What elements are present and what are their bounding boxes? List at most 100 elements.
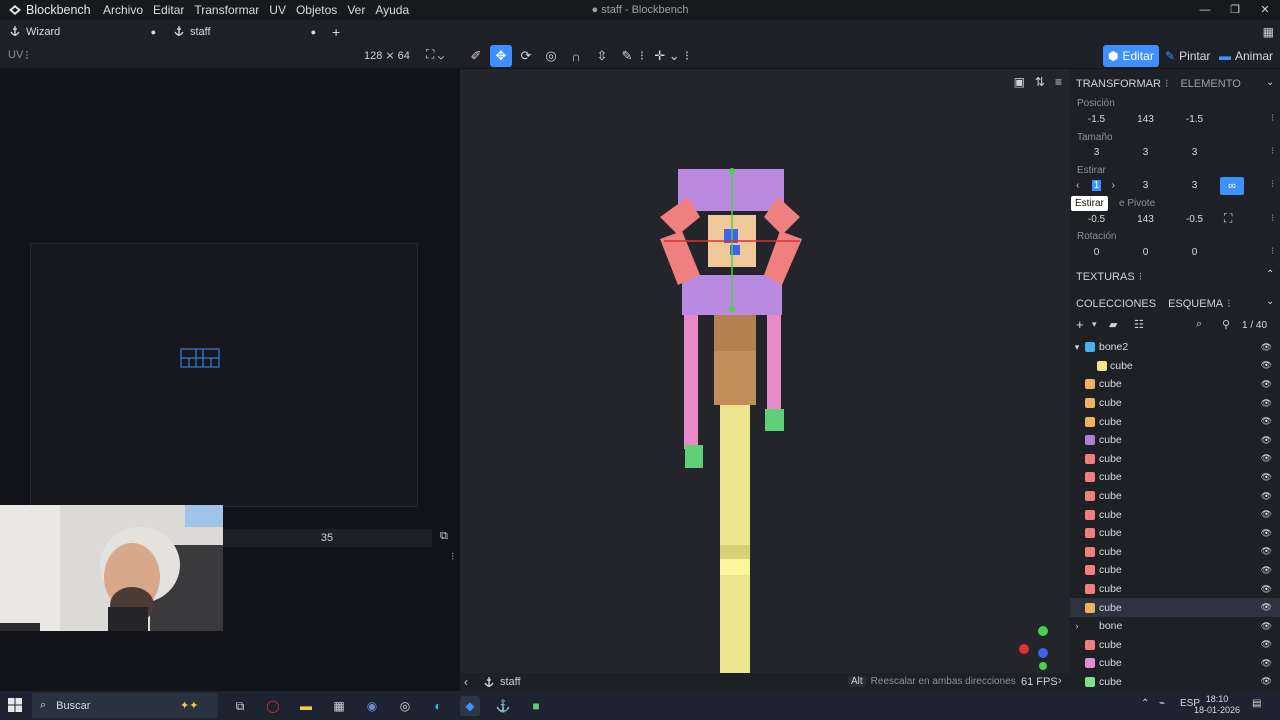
new-tab-button[interactable]: + xyxy=(324,24,348,40)
pivot-tool-icon[interactable]: ◎ xyxy=(540,45,562,67)
chevron-down-icon[interactable]: ▾ xyxy=(1072,342,1082,353)
stretch-y-input[interactable]: 3 xyxy=(1121,177,1170,194)
vertex-snap-icon[interactable]: ✐ xyxy=(465,45,487,67)
store-icon[interactable]: ▦ xyxy=(329,696,349,716)
stretch-z-input[interactable]: 3 xyxy=(1170,177,1219,194)
pivot-z-input[interactable]: -0.5 xyxy=(1170,211,1219,228)
tab-wizard[interactable]: Wizard ● xyxy=(0,20,164,43)
opera-icon[interactable]: ◯ xyxy=(263,696,283,716)
unsaved-dot[interactable]: ● xyxy=(151,27,156,37)
transform-space-icon[interactable]: ✛ ⌄ xyxy=(652,45,682,67)
center-pivot-icon[interactable]: ⛶ xyxy=(1224,211,1232,226)
tab-transform[interactable]: TRANSFORMAR xyxy=(1076,78,1161,90)
row-menu-dots[interactable]: ⁝ xyxy=(1271,179,1274,190)
outliner-cube[interactable]: cube 👁 xyxy=(1070,394,1280,413)
brush-icon[interactable]: ✎ xyxy=(616,45,638,67)
visibility-eye-icon[interactable]: 👁 xyxy=(1261,509,1272,520)
minimize-button[interactable]: — xyxy=(1190,0,1220,20)
outliner-cube[interactable]: cube 👁 xyxy=(1070,654,1280,673)
notification-icon[interactable]: ▤ xyxy=(1252,698,1261,709)
visibility-eye-icon[interactable]: 👁 xyxy=(1261,621,1272,632)
edge-icon[interactable]: ◐ xyxy=(428,696,448,716)
row-menu-dots[interactable]: ⁝ xyxy=(1271,113,1274,124)
mode-edit-button[interactable]: ⬢ Editar xyxy=(1103,45,1159,67)
chevron-left-icon[interactable]: ‹ xyxy=(464,675,468,689)
panel-menu-dots[interactable]: ⁝ xyxy=(1165,77,1169,90)
outliner-cube[interactable]: cube 👁 xyxy=(1070,673,1280,692)
menu-transformar[interactable]: Transformar xyxy=(189,3,264,17)
row-menu-dots[interactable]: ⁝ xyxy=(1271,213,1274,224)
minecraft-icon[interactable]: ■ xyxy=(526,696,546,716)
outliner-cube[interactable]: cube 👁 xyxy=(1070,357,1280,376)
outliner-cube[interactable]: cube 👁 xyxy=(1070,598,1280,617)
add-icon[interactable]: + xyxy=(1076,317,1084,332)
search-icon[interactable]: ⌕ xyxy=(1196,318,1202,331)
visibility-eye-icon[interactable]: 👁 xyxy=(1261,416,1272,427)
visibility-eye-icon[interactable]: 👁 xyxy=(1261,528,1272,539)
outliner-cube[interactable]: cube 👁 xyxy=(1070,487,1280,506)
menu-ayuda[interactable]: Ayuda xyxy=(370,3,414,17)
textures-panel-header[interactable]: TEXTURAS ⁝ xyxy=(1076,270,1143,284)
toolbar-dots[interactable]: ⁝ xyxy=(637,45,647,67)
outliner-cube[interactable]: cube 👁 xyxy=(1070,636,1280,655)
rotate-tool-icon[interactable]: ⟳ xyxy=(515,45,537,67)
outliner-cube[interactable]: cube 👁 xyxy=(1070,505,1280,524)
visibility-eye-icon[interactable]: 👁 xyxy=(1261,472,1272,483)
menu-objetos[interactable]: Objetos xyxy=(291,3,342,17)
outliner-cube[interactable]: cube 👁 xyxy=(1070,431,1280,450)
visibility-eye-icon[interactable]: 👁 xyxy=(1261,491,1272,502)
maximize-button[interactable]: ❐ xyxy=(1220,0,1250,20)
uv-zoom-slider[interactable]: 35 xyxy=(222,529,432,547)
visibility-eye-icon[interactable]: 👁 xyxy=(1261,602,1272,613)
outliner-group[interactable]: ▾ bone2 👁 xyxy=(1070,338,1280,357)
panel-menu-dots[interactable]: ⁝ xyxy=(1139,270,1143,283)
move-tool-icon[interactable]: ✥ xyxy=(490,45,512,67)
outliner-cube[interactable]: cube 👁 xyxy=(1070,412,1280,431)
position-y-input[interactable]: 143 xyxy=(1121,111,1170,128)
visibility-eye-icon[interactable]: 👁 xyxy=(1261,565,1272,576)
row-menu-dots[interactable]: ⁝ xyxy=(1271,246,1274,257)
3d-viewport[interactable]: ▣ ⇅ ≡ xyxy=(460,69,1070,673)
menu-uv[interactable]: UV xyxy=(264,3,291,17)
add-folder-icon[interactable]: ▰ xyxy=(1109,318,1117,331)
pivot-x-input[interactable]: -0.5 xyxy=(1072,211,1121,228)
chevron-up-icon[interactable]: ⌃ xyxy=(1266,269,1274,280)
visibility-eye-icon[interactable]: 👁 xyxy=(1261,639,1272,650)
position-z-input[interactable]: -1.5 xyxy=(1170,111,1219,128)
obs-icon[interactable]: ◎ xyxy=(395,696,415,716)
chevron-left-icon[interactable]: ‹ xyxy=(1076,177,1079,194)
tab-staff[interactable]: staff ● xyxy=(164,20,324,43)
discord-icon[interactable]: ◉ xyxy=(362,696,382,716)
chevron-down-icon[interactable]: ▾ xyxy=(1092,319,1097,330)
outliner-cube[interactable]: cube 👁 xyxy=(1070,450,1280,469)
size-x-input[interactable]: 3 xyxy=(1072,144,1121,161)
menu-archivo[interactable]: Archivo xyxy=(98,3,148,17)
pivot-y-input[interactable]: 143 xyxy=(1121,211,1170,228)
chevron-right-icon[interactable]: › xyxy=(1058,675,1062,687)
tab-collections[interactable]: COLECCIONES xyxy=(1076,298,1156,310)
mode-animate-button[interactable]: ▬ Animar xyxy=(1214,45,1278,67)
outliner-cube[interactable]: cube 👁 xyxy=(1070,543,1280,562)
uv-texture-size[interactable]: 128 ⨯ 64 xyxy=(364,49,410,62)
collapse-all-icon[interactable]: ☷ xyxy=(1134,318,1144,331)
visibility-eye-icon[interactable]: 👁 xyxy=(1261,584,1272,595)
grid-icon[interactable]: ▦ xyxy=(1263,25,1274,39)
blockbench-taskbar-icon[interactable]: ◆ xyxy=(460,696,480,716)
collapse-icon[interactable]: ⌄ xyxy=(1266,296,1274,307)
uv-menu-dots[interactable]: ⁝ xyxy=(25,48,29,62)
menu-editar[interactable]: Editar xyxy=(148,3,189,17)
unsaved-dot[interactable]: ● xyxy=(311,27,316,37)
visibility-eye-icon[interactable]: 👁 xyxy=(1261,658,1272,669)
visibility-eye-icon[interactable]: 👁 xyxy=(1261,379,1272,390)
rotation-y-input[interactable]: 0 xyxy=(1121,244,1170,261)
outliner-cube[interactable]: cube 👁 xyxy=(1070,561,1280,580)
file-explorer-icon[interactable]: ▬ xyxy=(296,696,316,716)
panel-menu-dots[interactable]: ⁝ xyxy=(1227,297,1231,310)
visibility-eye-icon[interactable]: 👁 xyxy=(1261,398,1272,409)
toolbar-dots[interactable]: ⁝ xyxy=(682,45,692,67)
row-menu-dots[interactable]: ⁝ xyxy=(1271,146,1274,157)
menu-ver[interactable]: Ver xyxy=(342,3,370,17)
paperclip-icon[interactable]: ⚲ xyxy=(1222,318,1230,331)
outliner-cube[interactable]: cube 👁 xyxy=(1070,468,1280,487)
tray-chevron-icon[interactable]: ⌃ xyxy=(1141,698,1149,709)
